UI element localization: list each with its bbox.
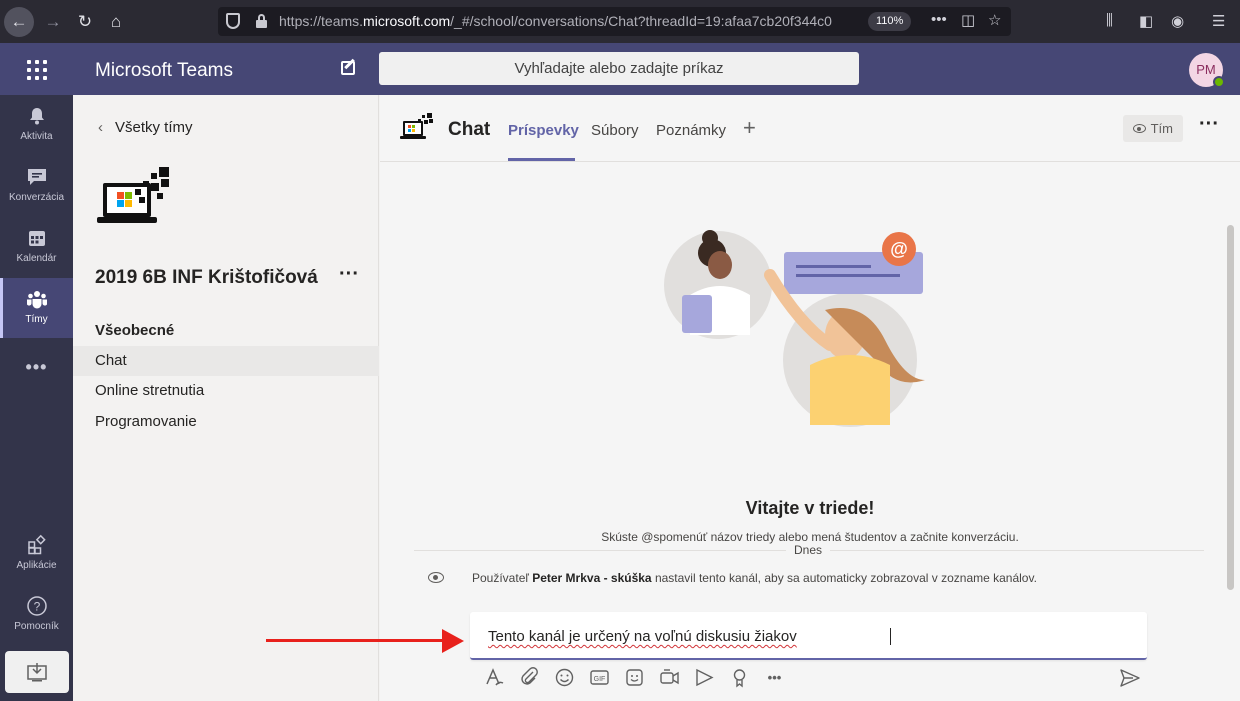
- url-text[interactable]: https://teams.microsoft.com/_#/school/co…: [279, 13, 839, 29]
- channel-item-chat[interactable]: Chat: [73, 346, 379, 376]
- system-message-user[interactable]: Peter Mrkva - skúška: [532, 571, 651, 585]
- channel-header: Chat Príspevky Súbory Poznámky + Tím ···: [380, 95, 1240, 162]
- tab-posts[interactable]: Príspevky: [508, 122, 579, 139]
- account-icon[interactable]: ◉: [1171, 12, 1184, 30]
- team-panel: ‹ Všetky tímy 2019 6B INF Krištofičová ··…: [73, 95, 379, 701]
- section-heading: Všeobecné: [95, 322, 175, 339]
- calendar-icon: [28, 231, 45, 246]
- tab-files[interactable]: Súbory: [591, 122, 639, 139]
- attach-icon[interactable]: [519, 667, 540, 688]
- more-options-icon[interactable]: •••: [764, 667, 785, 688]
- rail-label: Konverzácia: [8, 192, 65, 203]
- message-compose-box[interactable]: Tento kanál je určený na voľnú diskusiu …: [470, 612, 1147, 660]
- more-actions-icon[interactable]: •••: [931, 11, 947, 28]
- system-message: Používateľ Peter Mrkva - skúška nastavil…: [472, 571, 1037, 585]
- rail-label: Kalendár: [16, 253, 57, 264]
- address-bar[interactable]: https://teams.microsoft.com/_#/school/co…: [218, 7, 1011, 36]
- channel-more-options-button[interactable]: ···: [1199, 113, 1219, 136]
- more-icon: •••: [25, 357, 48, 377]
- browser-toolbar: ← → ↻ ⌂ https://teams.microsoft.com/_#/s…: [0, 0, 1240, 43]
- eye-icon: [428, 572, 444, 583]
- rail-label: Pomocník: [14, 621, 59, 632]
- channel-main: Chat Príspevky Súbory Poznámky + Tím ···…: [380, 95, 1240, 701]
- stream-icon[interactable]: [694, 667, 715, 688]
- rail-label: Tímy: [25, 314, 48, 325]
- help-icon: ?: [26, 596, 47, 616]
- tab-notes[interactable]: Poznámky: [656, 122, 726, 139]
- team-name: 2019 6B INF Krištofičová: [95, 267, 318, 288]
- add-tab-icon[interactable]: +: [743, 115, 756, 141]
- forward-button[interactable]: →: [38, 7, 68, 37]
- rail-item-chat[interactable]: Konverzácia: [0, 156, 73, 216]
- chat-icon: [27, 169, 46, 185]
- bell-icon: [29, 108, 44, 125]
- chevron-left-icon: ‹: [98, 119, 103, 136]
- team-button-label: Tím: [1150, 121, 1173, 136]
- system-message-suffix: nastavil tento kanál, aby sa automaticky…: [651, 571, 1037, 585]
- annotation-arrow: [266, 639, 446, 642]
- all-teams-label: Všetky tímy: [115, 119, 193, 136]
- svg-text:@: @: [890, 239, 908, 259]
- compose-text[interactable]: Tento kanál je určený na voľnú diskusiu …: [488, 628, 797, 645]
- rail-item-help[interactable]: ? Pomocník: [0, 585, 73, 645]
- lock-icon[interactable]: [256, 14, 267, 28]
- active-tab-indicator: [508, 158, 575, 161]
- teams-icon: [26, 291, 47, 309]
- all-teams-link[interactable]: ‹ Všetky tímy: [98, 119, 193, 136]
- bookmark-star-icon[interactable]: ☆: [988, 11, 1001, 29]
- back-button[interactable]: ←: [4, 7, 34, 37]
- rail-more-button[interactable]: •••: [0, 339, 73, 399]
- svg-text:GIF: GIF: [594, 676, 606, 683]
- compose-toolbar: GIF •••: [484, 667, 785, 691]
- team-more-options-button[interactable]: ···: [339, 263, 359, 286]
- channel-logo: [400, 113, 433, 139]
- library-icon[interactable]: ⫼: [1106, 12, 1113, 29]
- sticker-icon[interactable]: [624, 667, 645, 688]
- welcome-subtitle: Skúste @spomenúť názov triedy alebo mená…: [601, 530, 1019, 544]
- emoji-icon[interactable]: [554, 667, 575, 688]
- praise-icon[interactable]: [729, 667, 750, 688]
- rail-item-activity[interactable]: Aktivita: [0, 95, 73, 155]
- sidebar-icon[interactable]: ◧: [1139, 12, 1153, 30]
- meet-now-icon[interactable]: [659, 667, 680, 688]
- team-logo: [97, 167, 169, 223]
- channel-item-programming[interactable]: Programovanie: [73, 407, 379, 437]
- shield-icon[interactable]: [226, 13, 240, 29]
- system-message-prefix: Používateľ: [472, 571, 533, 585]
- menu-icon[interactable]: ☰: [1212, 12, 1225, 30]
- download-icon: [27, 663, 47, 682]
- team-view-button[interactable]: Tím: [1123, 115, 1183, 142]
- scrollbar[interactable]: [1227, 225, 1234, 590]
- app-launcher-icon[interactable]: [27, 60, 47, 80]
- rail-label: Aktivita: [20, 131, 53, 142]
- pocket-icon[interactable]: ◫: [961, 11, 975, 29]
- search-input[interactable]: Vyhľadajte alebo zadajte príkaz: [379, 52, 859, 85]
- zoom-level[interactable]: 110%: [868, 12, 912, 31]
- date-label: Dnes: [786, 543, 831, 557]
- svg-text:?: ?: [33, 600, 40, 614]
- annotation-arrowhead: [442, 629, 464, 653]
- welcome-illustration: @: [664, 230, 925, 427]
- app-rail: Aktivita Konverzácia Kalendár Tímy ••• A…: [0, 95, 73, 701]
- download-app-button[interactable]: [5, 651, 69, 693]
- rail-item-teams[interactable]: Tímy: [0, 278, 73, 338]
- apps-icon: [27, 534, 46, 555]
- home-icon[interactable]: ⌂: [101, 7, 131, 37]
- teams-header: Microsoft Teams Vyhľadajte alebo zadajte…: [0, 43, 1240, 95]
- rail-label: Aplikácie: [16, 560, 57, 571]
- eye-icon: [1133, 124, 1146, 133]
- text-caret: [890, 628, 891, 645]
- app-title: Microsoft Teams: [95, 60, 233, 81]
- presence-badge: [1213, 76, 1225, 88]
- welcome-title: Vitajte v triede!: [745, 498, 875, 518]
- send-icon[interactable]: [1120, 669, 1140, 687]
- rail-item-calendar[interactable]: Kalendár: [0, 217, 73, 277]
- new-chat-icon[interactable]: [341, 61, 355, 75]
- rail-item-apps[interactable]: Aplikácie: [0, 524, 73, 584]
- channel-title: Chat: [448, 119, 491, 140]
- channel-item-online-meetings[interactable]: Online stretnutia: [73, 376, 379, 406]
- reload-button[interactable]: ↻: [70, 7, 100, 37]
- gif-icon[interactable]: GIF: [589, 667, 610, 688]
- format-icon[interactable]: [484, 667, 505, 688]
